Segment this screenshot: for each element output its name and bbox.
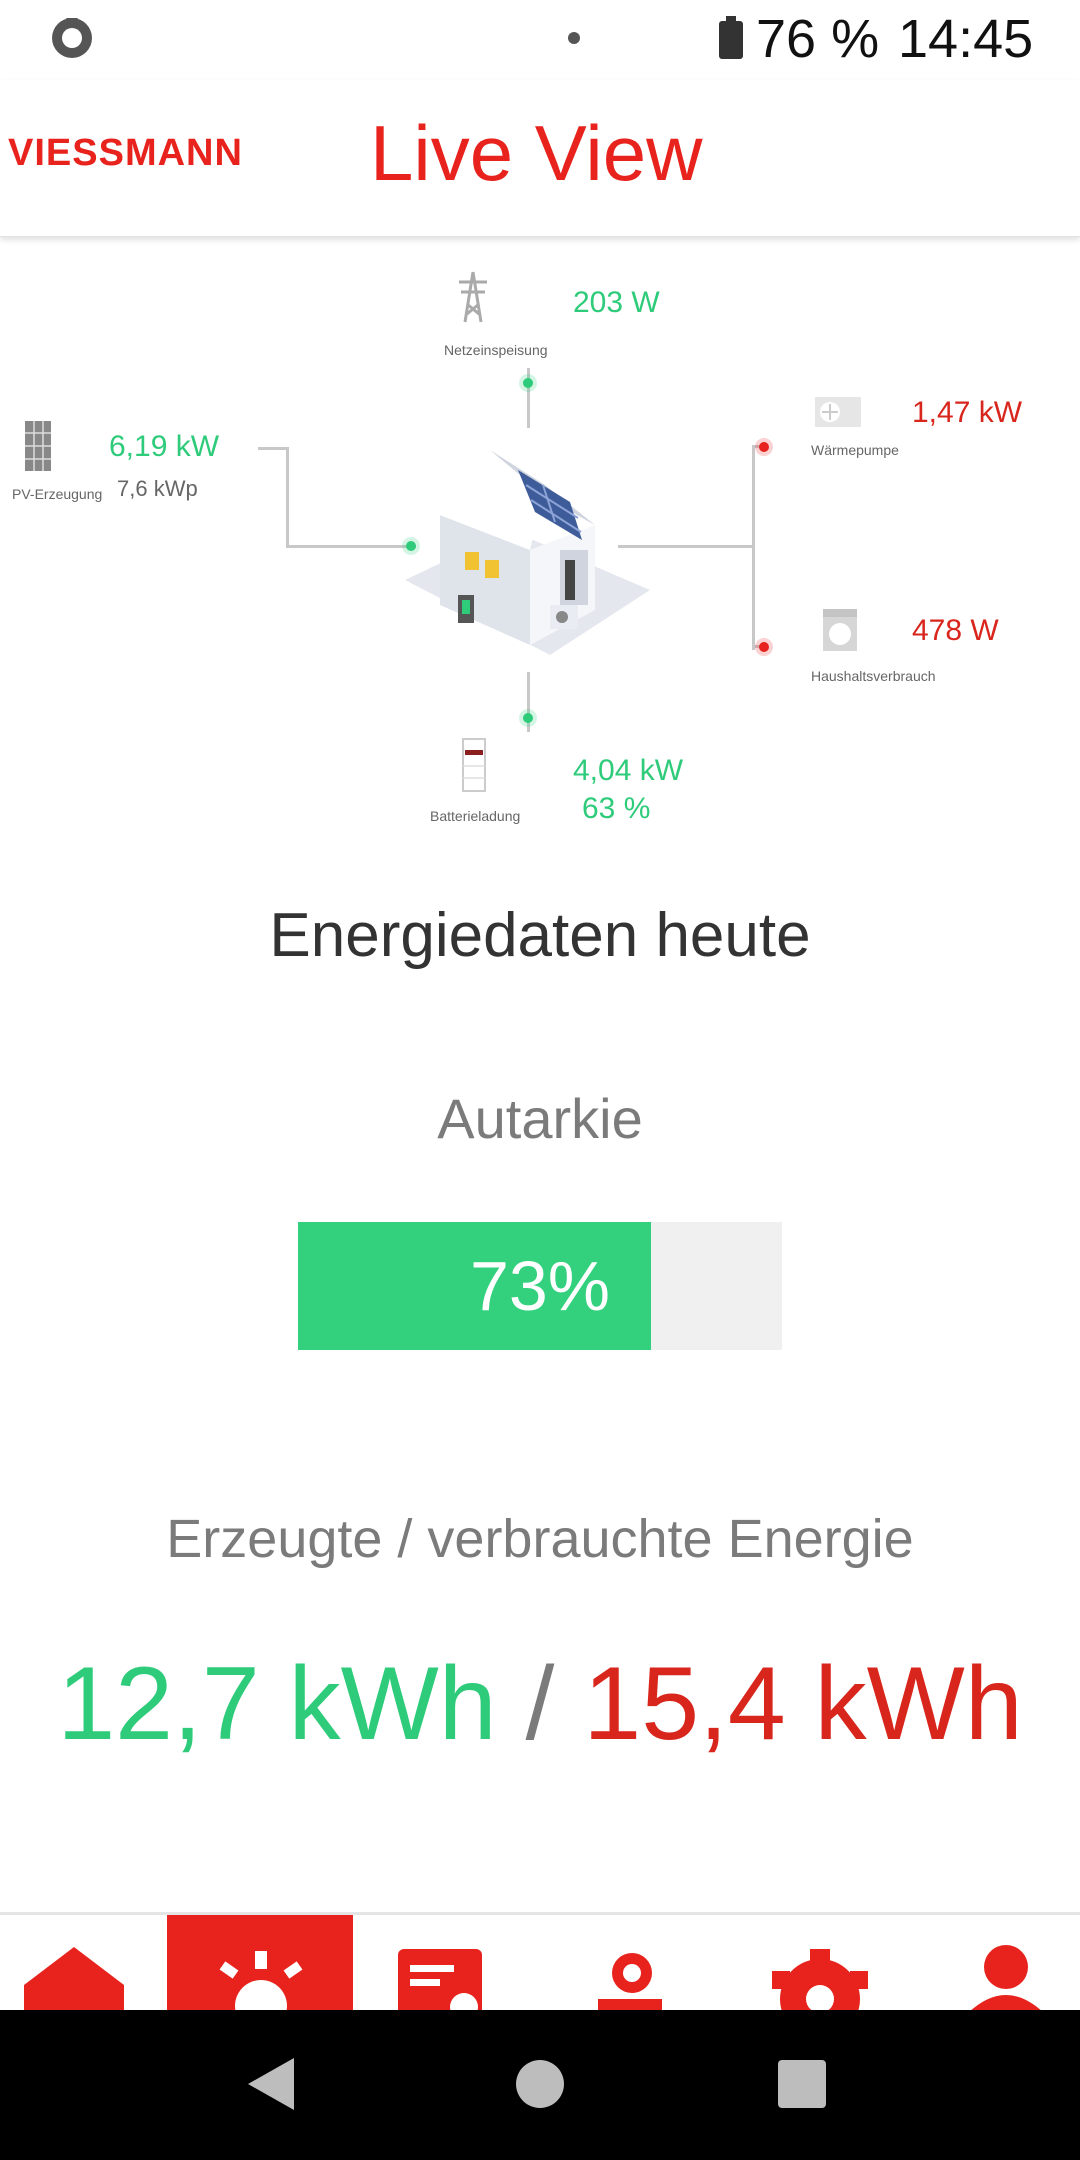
nav-reports[interactable] [360,1915,540,2013]
house-illustration [400,430,660,660]
connector-pv-v [286,447,289,547]
solar-panel-icon [24,420,52,472]
battery-storage-icon [462,738,486,792]
battery-label: Batterieladung [430,808,521,824]
heatpump-dot [759,442,769,452]
household-dot [759,642,769,652]
heat-pump-value: 1,47 kW [912,396,1023,429]
app-header: VIESSMANN Live View [0,80,1080,237]
consumed-energy: 15,4 kWh [583,1646,1023,1762]
battery-icon [718,16,744,60]
dot-icon [568,32,580,44]
back-icon[interactable] [246,2058,296,2115]
energy-flow-diagram: Netzeinspeisung 203 W PV-Erzeugung 6,19 … [0,240,1080,850]
clock: 14:45 [898,9,1034,69]
connector-grid [527,368,530,428]
connector-battery [527,672,530,732]
energy-label: Erzeugte / verbrauchte Energie [166,1509,914,1569]
autarky-progress-bar: 73% [298,1222,782,1350]
battery-percent: 76 % [756,9,880,69]
grid-value: 203 W [573,286,660,319]
report-icon [398,1949,482,2013]
brand-wordmark: VIESSMANN [8,132,243,174]
pv-peak: 7,6 kWp [117,476,198,501]
heat-pump-nav-icon [590,1947,670,2013]
grid-label: Netzeinspeisung [444,342,548,358]
power-pylon-icon [455,270,491,324]
washing-machine-icon [822,608,858,652]
connector-pv [258,447,288,450]
battery-percent: 63 % [582,792,651,825]
energy-values: 12,7 kWh / 15,4 kWh [0,1645,1080,1764]
settings-icon [770,1949,870,2013]
brand-logo: VIESSMANN [6,120,268,180]
battery-dot [523,713,533,723]
pv-label: PV-Erzeugung [12,486,103,502]
nav-settings[interactable] [720,1915,900,2013]
nav-heat-pump[interactable] [540,1915,720,2013]
household-value: 478 W [912,614,999,647]
connector-right-v [752,445,755,650]
autarky-label: Autarkie [437,1087,643,1150]
autarky-percent: 73% [469,1247,611,1325]
status-bar: 76 % 14:45 [0,0,1080,80]
today-heading: Energiedaten heute [269,901,811,970]
home-icon [24,1947,124,2013]
recents-icon[interactable] [778,2060,826,2108]
bottom-navigation [0,1912,1080,2013]
produced-energy: 12,7 kWh [57,1646,497,1762]
user-icon [966,1945,1046,2013]
household-label: Haushaltsverbrauch [811,668,936,684]
heat-pump-icon [814,396,862,428]
sun-icon [211,1951,311,2013]
heat-pump-label: Wärmepumpe [811,442,899,458]
sync-icon [48,12,96,60]
pv-value: 6,19 kW [109,430,220,463]
home-circle-icon[interactable] [516,2060,564,2108]
energy-separator: / [525,1646,555,1762]
nav-live-view[interactable] [167,1915,353,2013]
grid-dot [523,378,533,388]
system-navigation-bar [0,2010,1080,2160]
battery-value: 4,04 kW [573,754,684,787]
connector-pv-h [286,545,416,548]
nav-profile[interactable] [900,1915,1080,2013]
page-title: Live View [370,109,703,197]
nav-home[interactable] [0,1915,180,2013]
